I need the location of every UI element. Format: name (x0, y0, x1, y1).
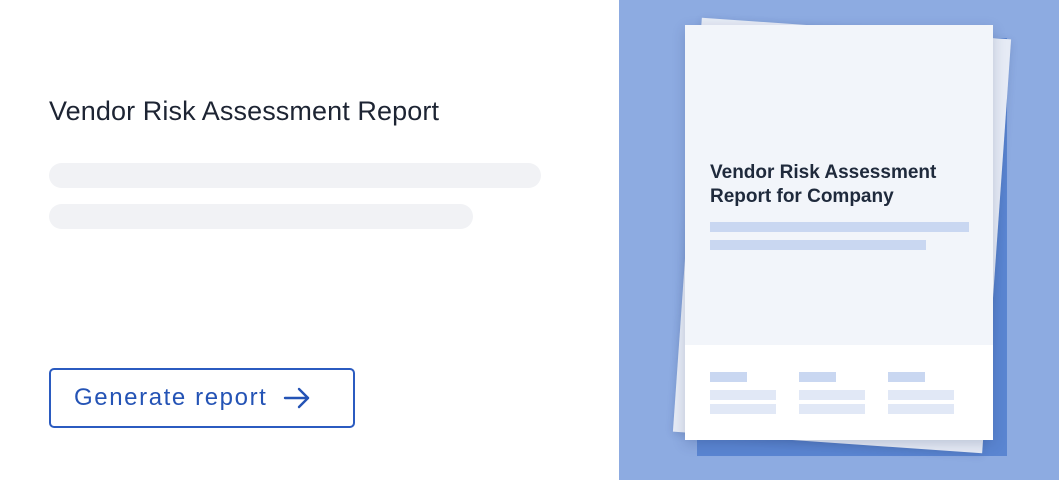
footer-heading-placeholder (710, 372, 747, 382)
footer-column (799, 372, 865, 418)
description-placeholder-line (49, 204, 473, 229)
footer-text-placeholder (710, 404, 776, 414)
footer-column (888, 372, 954, 418)
footer-text-placeholder (710, 390, 776, 400)
document-footer (685, 345, 993, 440)
description-placeholder-line (49, 163, 541, 188)
report-info-panel: Vendor Risk Assessment Report Generate r… (0, 0, 619, 480)
footer-text-placeholder (888, 404, 954, 414)
document-title: Vendor Risk Assessment Report for Compan… (710, 162, 937, 207)
footer-heading-placeholder (799, 372, 836, 382)
footer-text-placeholder (888, 390, 954, 400)
generate-report-button[interactable]: Generate report (49, 368, 355, 428)
document-preview: Vendor Risk Assessment Report for Compan… (685, 25, 993, 440)
document-text-placeholder (710, 240, 926, 250)
report-preview-panel: Vendor Risk Assessment Report for Compan… (619, 0, 1059, 480)
footer-text-placeholder (799, 390, 865, 400)
page-title: Vendor Risk Assessment Report (49, 96, 440, 126)
footer-column (710, 372, 776, 418)
arrow-right-icon (284, 387, 310, 409)
report-card: Vendor Risk Assessment Report Generate r… (0, 0, 1059, 480)
footer-text-placeholder (799, 404, 865, 414)
footer-heading-placeholder (888, 372, 925, 382)
generate-report-label: Generate report (74, 384, 268, 411)
document-text-placeholder (710, 222, 969, 232)
